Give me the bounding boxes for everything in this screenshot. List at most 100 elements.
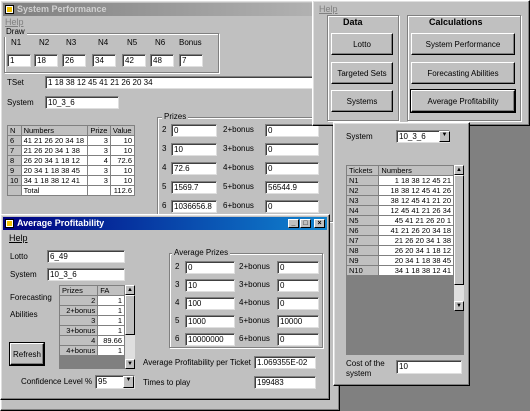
prize-bonus-field[interactable]: 0 [265, 143, 319, 156]
avg-prize-bonus-field[interactable]: 0 [277, 297, 319, 310]
draw-field-n6[interactable]: 48 [150, 54, 174, 67]
chevron-down-icon[interactable]: ▼ [123, 376, 134, 388]
prize-bonus-field[interactable]: 0 [265, 200, 319, 213]
list-item[interactable]: N2 18 38 12 45 41 26 [345, 185, 454, 196]
draw-field-n5[interactable]: 42 [122, 54, 146, 67]
prize-field[interactable]: 0 [171, 124, 217, 137]
list-item[interactable]: N9 20 34 1 18 38 45 [345, 255, 454, 266]
avg-prize-bonus-label: 6+bonus [239, 334, 270, 343]
times-field[interactable]: 199483 [254, 376, 316, 389]
system-field[interactable]: 10_3_6 [45, 96, 119, 109]
maximize-icon[interactable]: □ [300, 219, 311, 228]
table-row[interactable]: 3+bonus 1 [58, 325, 125, 336]
cost-field[interactable]: 10 [396, 360, 462, 374]
average-profitability-titlebar[interactable]: Average Profitability _ □ × [3, 217, 327, 230]
draw-header-n4: N4 [98, 38, 109, 47]
avg-prize-bonus-field[interactable]: 0 [277, 261, 319, 274]
prize-n-label: 2 [162, 125, 167, 134]
table-row-total[interactable]: Total 112.6 [7, 185, 136, 196]
list-item[interactable]: N3 38 12 45 41 21 20 [345, 195, 454, 206]
avg-prize-bonus-field[interactable]: 0 [277, 279, 319, 292]
ticket-numbers: 38 12 45 41 21 20 [378, 195, 454, 206]
table-row[interactable]: 4 89.66 [58, 335, 125, 346]
scroll-down-icon[interactable]: ▼ [454, 301, 464, 311]
avg-prize-bonus-field[interactable]: 0 [277, 333, 319, 346]
avg-profit-field[interactable]: 1.069355E-02 [254, 356, 316, 369]
prize-field[interactable]: 10 [171, 143, 217, 156]
scroll-down-icon[interactable]: ▼ [125, 359, 135, 369]
avg-menu-help[interactable]: Help [9, 233, 28, 243]
prize-field[interactable]: 1036656.8 [171, 200, 217, 213]
system-performance-titlebar[interactable]: System Performance [3, 3, 337, 16]
system-panel: System 10_3_6 ▼ Tickets Numbers N1 1 18 … [333, 122, 470, 386]
draw-field-n1[interactable]: 1 [7, 54, 31, 67]
lotto-button[interactable]: Lotto [331, 33, 393, 55]
avg-prize-field[interactable]: 10 [185, 279, 235, 292]
list-item[interactable]: N5 45 41 21 26 20 1 [345, 215, 454, 226]
avg-system-field[interactable]: 10_3_6 [47, 268, 125, 281]
scroll-thumb[interactable] [125, 295, 135, 335]
scroll-thumb[interactable] [454, 175, 464, 285]
draw-field-n4[interactable]: 34 [92, 54, 116, 67]
col-numbers: Numbers [20, 125, 89, 136]
prize-field[interactable]: 1569.7 [171, 181, 217, 194]
menu-window-help[interactable]: Help [319, 4, 338, 14]
row-n: 8 [7, 155, 22, 166]
avg-prize-bonus-field[interactable]: 10000 [277, 315, 319, 328]
tickets-scrollbar[interactable]: ▲ ▼ [454, 165, 464, 311]
table-row[interactable]: 10 34 1 18 38 12 41 3 10 [7, 175, 136, 186]
avg-prize-field[interactable]: 10000000 [185, 333, 235, 346]
table-row[interactable]: 3 1 [58, 315, 125, 326]
row-numbers: 26 20 34 1 18 12 [20, 155, 89, 166]
list-item[interactable]: N8 26 20 34 1 18 12 [345, 245, 454, 256]
chevron-down-icon[interactable]: ▼ [439, 131, 450, 142]
avg-prize-field[interactable]: 100 [185, 297, 235, 310]
average-profitability-button[interactable]: Average Profitability [410, 89, 516, 113]
list-item[interactable]: N10 34 1 18 38 12 41 [345, 265, 454, 276]
prize-bonus-field[interactable]: 0 [265, 162, 319, 175]
menu-help[interactable]: Help [5, 17, 24, 27]
table-row[interactable]: 2+bonus 1 [58, 305, 125, 316]
systems-button[interactable]: Systems [331, 90, 393, 112]
row-prize: 3 [87, 175, 111, 186]
targeted-sets-button[interactable]: Targeted Sets [331, 62, 393, 84]
table-row[interactable]: 7 21 26 20 34 1 38 3 10 [7, 145, 136, 156]
close-icon[interactable]: × [314, 219, 325, 228]
draw-group-label: Draw [4, 27, 27, 37]
row-prize: 3 [87, 165, 111, 176]
draw-field-bonus[interactable]: 7 [179, 54, 203, 67]
scroll-up-icon[interactable]: ▲ [454, 165, 464, 175]
refresh-button[interactable]: Refresh [9, 342, 45, 366]
table-row[interactable]: 8 26 20 34 1 18 12 4 72.6 [7, 155, 136, 166]
tickets-header-row: Tickets Numbers [345, 165, 454, 176]
draw-field-n2[interactable]: 18 [34, 54, 58, 67]
list-item[interactable]: N4 12 45 41 21 26 34 [345, 205, 454, 216]
avg-window-title: Average Profitability [17, 218, 105, 228]
tset-field[interactable]: 1 18 38 12 45 41 21 26 20 34 [45, 76, 313, 89]
table-row[interactable]: 2 1 [58, 295, 125, 306]
draw-field-n3[interactable]: 26 [62, 54, 86, 67]
prize-bonus-field[interactable]: 0 [265, 124, 319, 137]
avg-prize-field[interactable]: 0 [185, 261, 235, 274]
prize-field[interactable]: 72.6 [171, 162, 217, 175]
fa-table: Prizes FA 2 1 2+bonus 1 3 1 3+bonus 1 4 … [58, 285, 125, 356]
scroll-up-icon[interactable]: ▲ [125, 285, 135, 295]
system-performance-button[interactable]: System Performance [411, 33, 515, 55]
row-prize: 4 [87, 155, 111, 166]
fa-scrollbar[interactable]: ▲ ▼ [125, 285, 135, 369]
lotto-field[interactable]: 6_49 [47, 250, 125, 263]
row-numbers: 41 21 26 20 34 18 [20, 135, 89, 146]
minimize-icon[interactable]: _ [288, 219, 299, 228]
list-item[interactable]: N1 1 18 38 12 45 21 [345, 175, 454, 186]
list-item[interactable]: N6 41 21 26 20 34 18 [345, 225, 454, 236]
table-row[interactable]: 9 20 34 1 18 38 45 3 10 [7, 165, 136, 176]
forecasting-abilities-button[interactable]: Forecasting Abilities [411, 62, 515, 84]
list-item[interactable]: N7 21 26 20 34 1 38 [345, 235, 454, 246]
avg-prize-field[interactable]: 1000 [185, 315, 235, 328]
table-row[interactable]: 4+bonus 1 [58, 345, 125, 356]
table-row[interactable]: 6 41 21 26 20 34 18 3 10 [7, 135, 136, 146]
prize-bonus-field[interactable]: 56544.9 [265, 181, 319, 194]
results-header-row: N Numbers Prize Value [7, 125, 136, 136]
avg-prize-bonus-label: 2+bonus [239, 262, 270, 271]
fa-prize: 2 [58, 295, 99, 306]
